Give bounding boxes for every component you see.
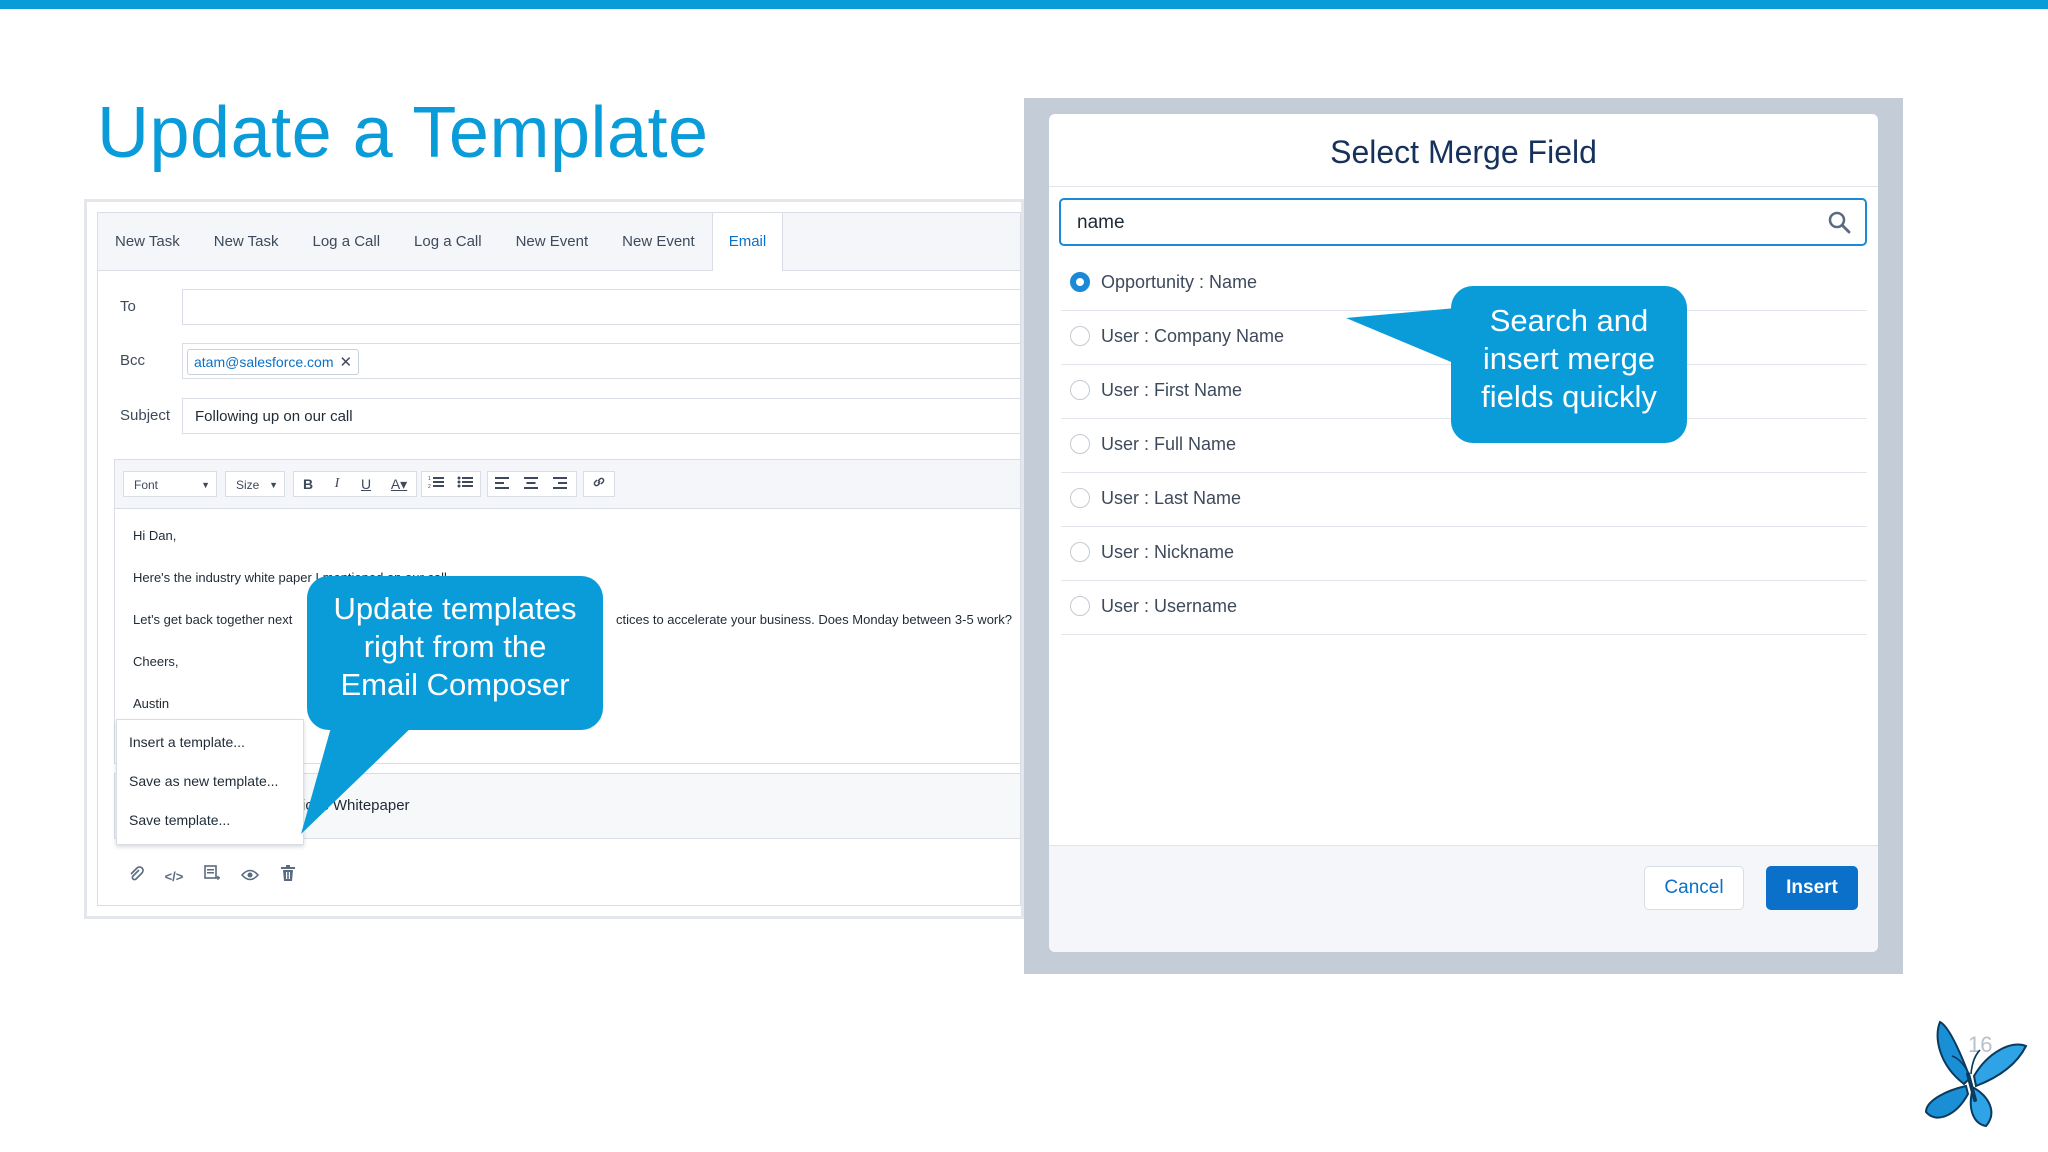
- bcc-recipient-pill[interactable]: atam@salesforce.com ✕: [187, 349, 360, 375]
- underline-icon[interactable]: U: [353, 471, 379, 497]
- body-signature: Austin: [133, 696, 170, 711]
- bcc-row: Bcc atam@salesforce.com ✕: [98, 341, 1020, 381]
- cancel-button[interactable]: Cancel: [1644, 866, 1744, 910]
- delete-icon[interactable]: [276, 865, 300, 889]
- merge-field-modal: Select Merge Field Opportunity : Name Us…: [1049, 114, 1878, 952]
- editor-toolbar: Font ▼ Size ▼ B I U A▾ 12: [115, 460, 1020, 509]
- body-greeting: Hi Dan,: [133, 528, 177, 543]
- radio-user-first-name[interactable]: [1070, 380, 1090, 400]
- bcc-field[interactable]: atam@salesforce.com ✕: [182, 343, 1020, 379]
- composer-callout-pointer: [301, 724, 415, 834]
- option-label: User : Last Name: [1101, 488, 1242, 508]
- option-user-username[interactable]: User : Username: [1061, 580, 1867, 635]
- tab-new-task[interactable]: New Task: [98, 213, 197, 270]
- to-row: To: [98, 287, 1020, 327]
- merge-callout-line-3: fields quickly: [1481, 379, 1657, 414]
- subject-label: Subject: [120, 407, 171, 424]
- code-icon[interactable]: </>: [162, 865, 186, 889]
- radio-user-username[interactable]: [1070, 596, 1090, 616]
- bold-icon[interactable]: B: [295, 471, 321, 497]
- subject-field[interactable]: Following up on our call: [182, 398, 1020, 434]
- radio-opportunity-name[interactable]: [1070, 272, 1090, 292]
- merge-callout-pointer: [1346, 308, 1456, 364]
- slide-title: Update a Template: [97, 93, 709, 173]
- activity-tabbar: New Task New Task Log a Call Log a Call …: [98, 213, 1020, 271]
- option-label: User : Company Name: [1101, 326, 1285, 346]
- remove-recipient-icon[interactable]: ✕: [339, 354, 352, 371]
- option-user-nickname[interactable]: User : Nickname: [1061, 526, 1867, 581]
- align-left-icon[interactable]: [489, 471, 515, 497]
- menu-save-template[interactable]: Save template...: [129, 812, 230, 828]
- merge-search-input[interactable]: [1075, 204, 1819, 242]
- template-menu: Insert a template... Save as new templat…: [116, 719, 304, 845]
- merge-callout-line-1: Search and: [1489, 303, 1649, 338]
- tab-email[interactable]: Email: [711, 213, 784, 271]
- subject-value: Following up on our call: [195, 408, 353, 425]
- composer-callout-line-2: right from the: [363, 629, 547, 664]
- tab-log-a-call[interactable]: Log a Call: [296, 213, 398, 270]
- email-composer: New Task New Task Log a Call Log a Call …: [84, 199, 1024, 919]
- tab-new-task-2[interactable]: New Task: [197, 213, 296, 270]
- size-select-label: Size: [236, 478, 260, 492]
- bullet-list-icon[interactable]: [452, 471, 478, 497]
- option-label: User : Full Name: [1101, 434, 1237, 454]
- option-label: User : Username: [1101, 596, 1238, 616]
- merge-callout-line-2: insert merge: [1482, 341, 1656, 376]
- radio-user-full-name[interactable]: [1070, 434, 1090, 454]
- tab-new-event[interactable]: New Event: [499, 213, 606, 270]
- template-icon[interactable]: [200, 865, 224, 889]
- body-line-2-end: ctices to accelerate your business. Does…: [616, 612, 1012, 627]
- font-select[interactable]: Font ▼: [123, 471, 217, 497]
- tab-log-a-call-2[interactable]: Log a Call: [397, 213, 499, 270]
- composer-panel: New Task New Task Log a Call Log a Call …: [97, 212, 1021, 906]
- modal-title: Select Merge Field: [1049, 114, 1878, 187]
- align-right-icon[interactable]: [547, 471, 573, 497]
- font-caret-icon: ▼: [201, 480, 210, 490]
- merge-callout: Search and insert merge fields quickly: [1346, 286, 1687, 443]
- option-label: User : First Name: [1101, 380, 1243, 400]
- option-label: Opportunity : Name: [1101, 272, 1258, 292]
- italic-icon[interactable]: I: [324, 471, 350, 497]
- svg-text:2: 2: [428, 484, 431, 489]
- font-select-label: Font: [134, 478, 159, 492]
- radio-user-company-name[interactable]: [1070, 326, 1090, 346]
- link-icon[interactable]: [586, 471, 612, 497]
- menu-save-as-new-template[interactable]: Save as new template...: [129, 773, 278, 789]
- attach-icon[interactable]: [124, 865, 148, 889]
- butterfly-logo-icon: [1924, 1020, 2028, 1128]
- to-field[interactable]: [182, 289, 1020, 325]
- option-user-last-name[interactable]: User : Last Name: [1061, 472, 1867, 527]
- merge-search-box[interactable]: [1059, 198, 1867, 246]
- preview-icon[interactable]: [238, 865, 262, 889]
- menu-insert-template[interactable]: Insert a template...: [129, 734, 245, 750]
- insert-button[interactable]: Insert: [1766, 866, 1858, 910]
- search-icon[interactable]: [1827, 210, 1851, 234]
- composer-callout-line-1: Update templates: [333, 591, 577, 626]
- svg-text:1: 1: [428, 476, 431, 482]
- text-color-icon[interactable]: A▾: [383, 471, 415, 497]
- size-caret-icon: ▼: [269, 480, 278, 490]
- top-accent-bar: [0, 0, 2048, 9]
- align-center-icon[interactable]: [518, 471, 544, 497]
- numbered-list-icon[interactable]: 12: [423, 471, 449, 497]
- composer-callout-line-3: Email Composer: [340, 667, 570, 702]
- bcc-label: Bcc: [120, 352, 146, 369]
- composer-callout: Update templates right from the Email Co…: [301, 576, 603, 834]
- to-label: To: [120, 298, 136, 315]
- subject-row: Subject Following up on our call: [98, 396, 1020, 436]
- radio-user-last-name[interactable]: [1070, 488, 1090, 508]
- bcc-recipient: atam@salesforce.com: [194, 354, 334, 370]
- body-line-2-start: Let's get back together next: [133, 612, 293, 627]
- modal-footer: Cancel Insert: [1049, 845, 1878, 952]
- tab-new-event-2[interactable]: New Event: [605, 213, 712, 270]
- radio-user-nickname[interactable]: [1070, 542, 1090, 562]
- option-label: User : Nickname: [1101, 542, 1235, 562]
- body-signoff: Cheers,: [133, 654, 179, 669]
- size-select[interactable]: Size ▼: [225, 471, 285, 497]
